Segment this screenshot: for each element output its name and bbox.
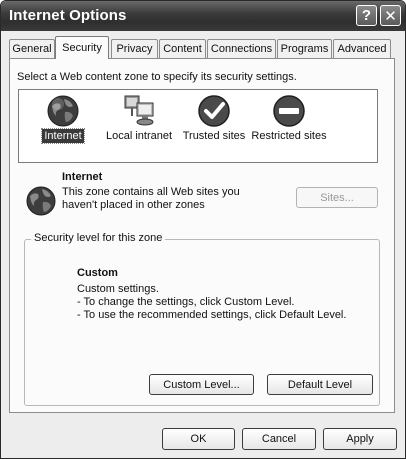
tab-privacy[interactable]: Privacy (111, 39, 158, 58)
security-level-description: Custom settings. - To change the setting… (77, 283, 346, 322)
zone-info-title: Internet (62, 171, 103, 183)
apply-button[interactable]: Apply (323, 428, 397, 450)
ok-button[interactable]: OK (162, 428, 235, 450)
cancel-button[interactable]: Cancel (242, 428, 316, 450)
tab-programs[interactable]: Programs (277, 39, 332, 58)
zone-local-intranet[interactable]: Local intranet (99, 90, 179, 162)
default-level-button[interactable]: Default Level (267, 374, 373, 395)
sites-button[interactable]: Sites... (296, 187, 378, 208)
tab-connections[interactable]: Connections (207, 39, 276, 58)
internet-options-dialog: Internet Options ? ✕ General Security Pr… (0, 0, 406, 459)
zone-info-description: This zone contains all Web sites you hav… (62, 186, 240, 211)
security-level-legend: Security level for this zone (31, 232, 166, 244)
no-entry-icon (273, 95, 305, 127)
title-bar[interactable]: Internet Options ? ✕ (1, 1, 405, 31)
description-line: - To use the recommended settings, click… (77, 309, 347, 321)
zone-internet[interactable]: Internet (23, 90, 103, 162)
network-computer-icon (124, 95, 154, 126)
close-button[interactable]: ✕ (380, 5, 401, 26)
tab-advanced[interactable]: Advanced (333, 39, 391, 58)
zone-trusted-sites-label: Trusted sites (182, 130, 246, 142)
tab-security[interactable]: Security (55, 36, 109, 59)
zone-list: Internet Local intranet Trusted sites Re… (18, 89, 378, 163)
globe-icon (47, 95, 79, 127)
zone-restricted-sites[interactable]: Restricted sites (249, 90, 329, 162)
zone-trusted-sites[interactable]: Trusted sites (174, 90, 254, 162)
help-button[interactable]: ? (356, 5, 377, 26)
zone-internet-label: Internet (41, 128, 85, 144)
globe-icon (26, 186, 56, 216)
checkmark-icon (198, 95, 230, 127)
window-title: Internet Options (9, 7, 127, 24)
description-line: - To change the settings, click Custom L… (77, 296, 295, 308)
tab-content[interactable]: Content (159, 39, 206, 58)
zone-prompt: Select a Web content zone to specify its… (17, 71, 297, 83)
zone-local-intranet-label: Local intranet (105, 130, 173, 142)
custom-level-button[interactable]: Custom Level... (149, 374, 254, 395)
tab-general[interactable]: General (9, 39, 55, 58)
description-line: Custom settings. (77, 283, 159, 295)
zone-restricted-sites-label: Restricted sites (251, 130, 327, 142)
security-level-title: Custom (77, 267, 118, 279)
